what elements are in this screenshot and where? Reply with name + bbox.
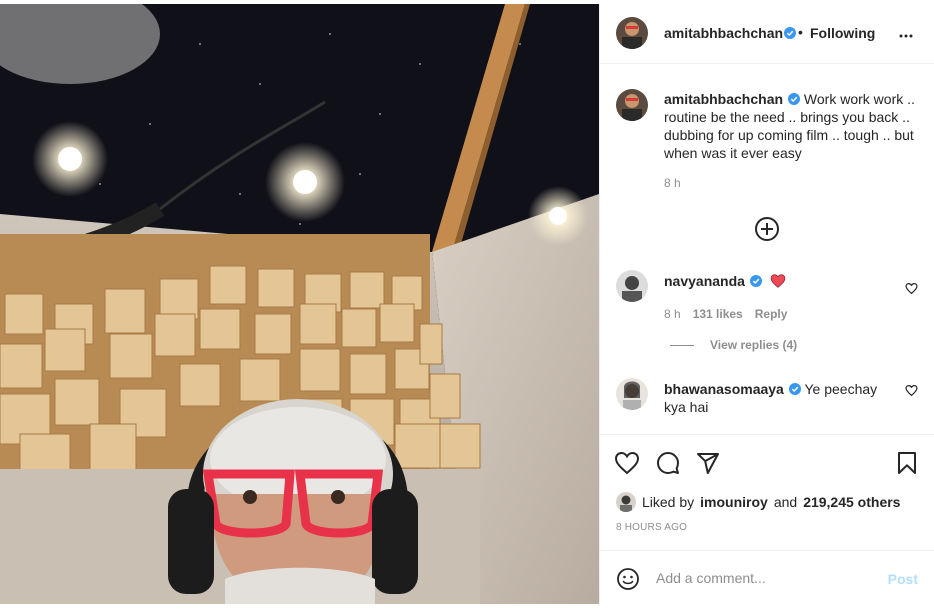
comment-time: 8 h	[664, 307, 681, 321]
likes-count[interactable]: 219,245 others	[803, 494, 900, 510]
share-icon[interactable]	[696, 451, 720, 475]
red-heart-emoji-icon	[770, 274, 786, 288]
verified-badge-icon	[788, 383, 801, 395]
comment-body: bhawanasomaaya Ye peechay kya hai	[664, 380, 894, 416]
caption-time: 8 h	[664, 176, 681, 190]
post-comment-button[interactable]: Post	[888, 571, 918, 587]
caption-username[interactable]: amitabhbachchan	[664, 91, 783, 107]
verified-badge-icon	[749, 275, 762, 287]
follow-separator: •	[798, 24, 803, 40]
replies-divider	[670, 344, 694, 346]
load-more-comments-icon[interactable]	[754, 216, 780, 242]
author-username[interactable]: amitabhbachchan	[664, 25, 783, 41]
like-heart-icon[interactable]	[614, 451, 640, 475]
comment-body: navyananda	[664, 272, 786, 290]
post-header: amitabhbachchan • Following	[600, 4, 934, 64]
author-avatar[interactable]	[616, 17, 648, 49]
comment-username[interactable]: bhawanasomaaya	[664, 381, 784, 397]
verified-badge-icon	[788, 93, 801, 105]
emoji-icon[interactable]	[616, 567, 640, 591]
liked-by-user[interactable]: imouniroy	[700, 494, 768, 510]
add-comment-bar: Post	[600, 550, 934, 604]
view-replies-button[interactable]: View replies (4)	[670, 338, 797, 352]
post-side-panel: amitabhbachchan • Following amitabhbachc…	[599, 4, 934, 604]
post-photo[interactable]	[0, 4, 599, 604]
liked-by-prefix: Liked by	[642, 494, 695, 510]
liker-avatar[interactable]	[616, 492, 636, 512]
comment-meta: 8 h 131 likes Reply	[664, 307, 787, 321]
comment-avatar[interactable]	[616, 378, 648, 410]
liked-by-connector: and	[773, 494, 798, 510]
instagram-post: amitabhbachchan • Following amitabhbachc…	[0, 4, 934, 604]
comment-input[interactable]	[656, 567, 876, 589]
more-options-icon[interactable]	[896, 26, 916, 46]
view-replies-label: View replies (4)	[710, 338, 798, 352]
post-age[interactable]: 8 HOURS AGO	[616, 522, 687, 533]
bookmark-icon[interactable]	[896, 451, 918, 475]
caption-avatar[interactable]	[616, 89, 648, 121]
comment-icon[interactable]	[656, 451, 680, 475]
comment-reply-button[interactable]: Reply	[755, 307, 788, 321]
comment-like-icon[interactable]	[905, 384, 918, 397]
comment-like-icon[interactable]	[905, 282, 918, 295]
comment-likes[interactable]: 131 likes	[693, 307, 743, 321]
comment-avatar[interactable]	[616, 270, 648, 302]
studio-selfie-image	[0, 4, 599, 604]
comment-username[interactable]: navyananda	[664, 273, 745, 289]
verified-badge-icon	[784, 27, 796, 39]
following-button[interactable]: Following	[810, 25, 875, 41]
likes-summary: Liked by imouniroy and 219,245 others	[616, 492, 900, 512]
post-caption: amitabhbachchan Work work work .. routin…	[664, 90, 916, 162]
